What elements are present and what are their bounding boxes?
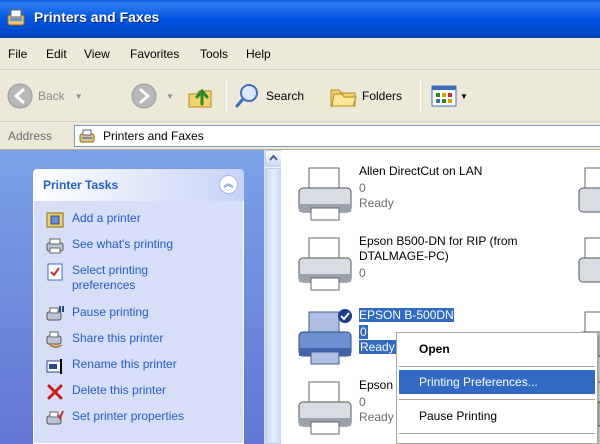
print-queue-icon	[46, 238, 64, 254]
views-dropdown-icon[interactable]: ▼	[460, 92, 468, 101]
folders-label: Folders	[362, 89, 403, 103]
address-label: Address	[8, 129, 53, 143]
forward-arrow-icon	[131, 83, 157, 109]
printer-tasks-list: Add a printer See what's printing Select…	[33, 201, 244, 444]
scroll-up-button[interactable]	[265, 150, 282, 167]
printer-icon[interactable]	[577, 164, 600, 224]
back-label: Back	[38, 89, 65, 103]
printer-icon	[298, 237, 352, 291]
context-item-label: Printing Preferences...	[419, 375, 538, 389]
context-open[interactable]: Open	[399, 337, 595, 361]
context-separator	[399, 366, 595, 367]
back-button[interactable]: Back ▼	[6, 81, 83, 111]
printer-name: Allen DirectCut on LAN	[359, 164, 483, 178]
task-label: See what's printing	[72, 237, 174, 251]
views-grid-icon	[431, 85, 457, 107]
task-label: Delete this printer	[72, 383, 167, 397]
task-select-preferences[interactable]: Select printing preferences	[46, 263, 212, 293]
task-pane: Printer Tasks ︽ Add a printer See what's…	[0, 150, 264, 444]
preferences-icon	[47, 263, 63, 281]
printer-name-text: EPSON B-500DN	[359, 308, 454, 322]
folders-icon	[330, 89, 357, 107]
scroll-up-arrow-icon	[269, 154, 278, 161]
task-label: Rename this printer	[72, 357, 177, 371]
printer-name: Epson B500-DN for RIP (from DTALMAGE-PC)	[359, 234, 518, 263]
context-separator	[399, 433, 595, 434]
printers-folder-icon	[7, 9, 25, 26]
printer-docs-count: 0	[359, 395, 366, 409]
printers-folder-icon	[79, 129, 95, 143]
pause-printer-icon	[46, 306, 64, 321]
printer-properties-icon	[46, 410, 64, 425]
views-button[interactable]: ▼	[430, 81, 468, 111]
task-pause-printing[interactable]: Pause printing	[46, 305, 212, 323]
up-folder-button[interactable]	[186, 81, 214, 111]
menu-bar: File Edit View Favorites Tools Help	[0, 38, 600, 70]
printer-icon	[298, 381, 352, 435]
collapse-chevron-icon[interactable]: ︽	[219, 175, 238, 194]
search-label: Search	[266, 89, 305, 103]
toolbar: Back ▼ ▼ Search Folders ▼	[0, 70, 600, 122]
context-pause-printing[interactable]: Pause Printing	[399, 404, 595, 428]
address-field[interactable]: Printers and Faxes	[74, 125, 600, 147]
task-label: Pause printing	[72, 305, 149, 319]
vertical-scrollbar[interactable]	[264, 150, 282, 444]
printer-item[interactable]: Epson B500-DN for RIP (from DTALMAGE-PC)…	[295, 234, 595, 302]
default-printer-icon	[298, 309, 352, 365]
forward-button[interactable]: ▼	[130, 81, 174, 111]
printer-status: Ready	[359, 196, 394, 210]
context-printing-preferences[interactable]: Printing Preferences...	[399, 370, 595, 394]
menu-tools[interactable]: Tools	[200, 47, 228, 61]
up-folder-icon	[188, 88, 212, 108]
rename-icon	[46, 359, 62, 374]
context-item-label: Open	[419, 342, 450, 356]
printer-tasks-title: Printer Tasks	[43, 178, 119, 192]
printer-docs-count: 0	[359, 181, 366, 195]
search-icon	[235, 84, 258, 108]
printer-status: Ready	[359, 410, 394, 424]
printer-icon[interactable]	[577, 234, 600, 294]
menu-view[interactable]: View	[84, 47, 110, 61]
task-label: Select printing preferences	[72, 263, 149, 292]
window-title: Printers and Faxes	[34, 9, 160, 25]
context-menu: Open Printing Preferences... Pause Print…	[396, 332, 598, 444]
menu-help[interactable]: Help	[246, 47, 271, 61]
toolbar-separator	[420, 80, 421, 112]
add-printer-icon	[46, 212, 64, 228]
task-add-printer[interactable]: Add a printer	[46, 211, 212, 229]
back-arrow-icon	[7, 83, 33, 109]
task-see-printing[interactable]: See what's printing	[46, 237, 212, 255]
menu-file[interactable]: File	[8, 47, 27, 61]
printer-item[interactable]: Allen DirectCut on LAN 0 Ready	[295, 164, 595, 232]
title-bar[interactable]: Printers and Faxes	[0, 0, 600, 38]
task-share-printer[interactable]: Share this printer	[46, 331, 212, 349]
printer-icon	[298, 167, 352, 221]
search-button[interactable]: Search	[234, 81, 304, 111]
toolbar-separator	[226, 80, 227, 112]
menu-edit[interactable]: Edit	[46, 47, 67, 61]
menu-favorites[interactable]: Favorites	[130, 47, 179, 61]
task-label: Share this printer	[72, 331, 164, 345]
printer-docs-count: 0	[359, 325, 368, 339]
address-bar: Address Printers and Faxes	[0, 122, 600, 150]
forward-dropdown-icon[interactable]: ▼	[166, 92, 174, 101]
printer-tasks-header[interactable]: Printer Tasks ︽	[33, 169, 244, 201]
printer-docs-count: 0	[359, 266, 366, 280]
context-separator	[399, 399, 595, 400]
back-dropdown-icon[interactable]: ▼	[75, 92, 83, 101]
task-label: Add a printer	[72, 211, 141, 225]
task-delete-printer[interactable]: Delete this printer	[46, 383, 212, 401]
task-rename-printer[interactable]: Rename this printer	[46, 357, 212, 375]
delete-x-icon	[47, 384, 63, 400]
share-printer-icon	[46, 331, 63, 348]
task-label: Set printer properties	[72, 409, 185, 423]
scroll-thumb[interactable]	[265, 168, 282, 444]
printer-name: EPSON B-500DN	[359, 308, 569, 323]
printer-status: Ready	[359, 340, 396, 354]
folders-button[interactable]: Folders	[328, 81, 402, 111]
task-set-properties[interactable]: Set printer properties	[46, 409, 212, 427]
address-value: Printers and Faxes	[103, 129, 204, 143]
context-item-label: Pause Printing	[419, 409, 498, 423]
